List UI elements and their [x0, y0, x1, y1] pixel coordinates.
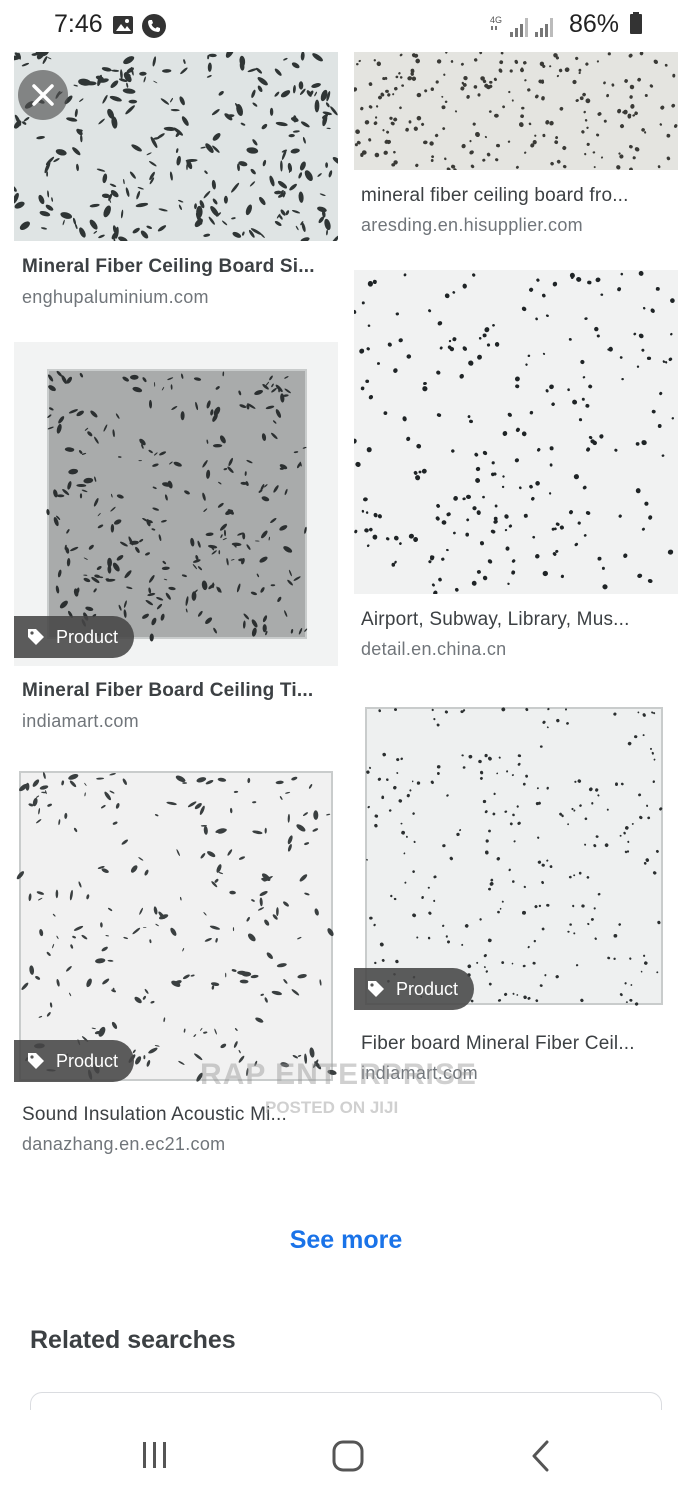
recent-apps-icon[interactable]	[140, 1440, 170, 1475]
battery-status: 86%	[569, 10, 642, 41]
result-title[interactable]: Airport, Subway, Library, Mus...	[361, 609, 630, 631]
result-image[interactable]	[354, 270, 678, 594]
badge-label: Product	[396, 978, 459, 999]
back-icon[interactable]	[530, 1440, 552, 1477]
badge-label: Product	[56, 1050, 119, 1071]
tag-icon	[28, 1053, 44, 1069]
navigation-bar	[0, 1410, 692, 1500]
battery-icon	[630, 12, 642, 41]
result-source: detail.en.china.cn	[361, 639, 507, 659]
result-title[interactable]: Sound Insulation Acoustic Mi...	[22, 1104, 287, 1126]
result-title[interactable]: Mineral Fiber Board Ceiling Ti...	[22, 680, 313, 702]
result-source: aresding.en.hisupplier.com	[361, 215, 583, 235]
related-searches-heading: Related searches	[30, 1326, 236, 1354]
battery-percent: 86%	[569, 10, 620, 38]
watermark-text: RAP ENTERPRISE	[200, 1058, 477, 1091]
product-badge: Product	[14, 1040, 135, 1082]
status-time: 7:46	[54, 10, 103, 38]
status-bar: 7:46 4G 86%	[0, 0, 692, 52]
result-source: indiamart.com	[22, 711, 139, 731]
result-image[interactable]	[354, 52, 678, 170]
watermark-subtext: POSTED ON JIJI	[265, 1098, 399, 1117]
product-badge: Product	[14, 616, 135, 658]
tag-icon	[368, 981, 384, 997]
close-icon	[32, 84, 54, 106]
see-more-link[interactable]: See more	[0, 1226, 692, 1255]
result-title[interactable]: mineral fiber ceiling board fro...	[361, 185, 629, 207]
result-title[interactable]: Mineral Fiber Ceiling Board Si...	[22, 256, 315, 278]
phone-icon	[142, 14, 166, 43]
signal-icon: 4G	[490, 14, 558, 43]
close-button[interactable]	[18, 70, 68, 120]
result-source: enghupaluminium.com	[22, 287, 209, 307]
badge-label: Product	[56, 626, 119, 647]
product-badge: Product	[354, 968, 475, 1010]
image-icon	[112, 14, 134, 41]
result-source: danazhang.en.ec21.com	[22, 1134, 226, 1154]
network-label: 4G	[490, 15, 502, 25]
result-title[interactable]: Fiber board Mineral Fiber Ceil...	[361, 1033, 635, 1055]
result-image[interactable]	[14, 766, 338, 1086]
home-icon[interactable]	[332, 1440, 364, 1477]
tag-icon	[28, 629, 44, 645]
